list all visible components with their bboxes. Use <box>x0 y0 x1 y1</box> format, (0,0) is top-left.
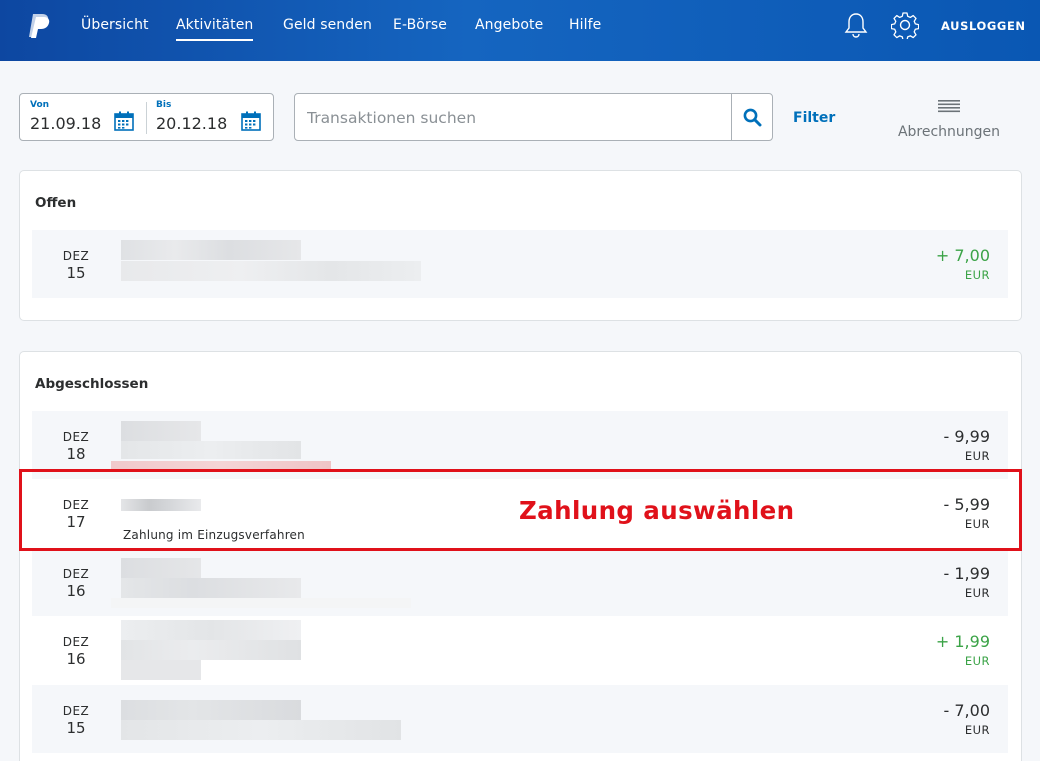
date-divider <box>146 102 147 134</box>
search-button[interactable] <box>731 94 772 140</box>
logout-link[interactable]: AUSLOGGEN <box>941 19 1026 33</box>
date-day: 16 <box>66 650 86 668</box>
date-day: 18 <box>66 445 86 463</box>
amount: - 7,00 <box>943 701 990 720</box>
date-month: DEZ <box>62 635 90 649</box>
statements-button[interactable]: Abrechnungen <box>896 99 1002 143</box>
redacted-details <box>121 578 301 598</box>
date-range-picker[interactable]: Von 21.09.18 Bis 20.12.18 <box>19 93 274 141</box>
redacted-details <box>121 660 201 680</box>
nav-item-angebote[interactable]: Angebote <box>475 17 543 33</box>
top-navigation-bar: Übersicht Aktivitäten Geld senden E-Börs… <box>0 0 1040 61</box>
annotation-label: Zahlung auswählen <box>519 496 795 525</box>
nav-item-uebersicht[interactable]: Übersicht <box>81 17 149 33</box>
redacted-name <box>121 700 301 720</box>
date-day: 16 <box>66 582 86 600</box>
transaction-row[interactable]: DEZ 16 - 1,99 EUR <box>32 548 1008 616</box>
open-transactions-card: Offen DEZ 15 + 7,00 EUR <box>19 170 1022 321</box>
date-day: 15 <box>66 719 86 737</box>
calendar-icon[interactable] <box>241 111 261 131</box>
redacted-details <box>111 598 411 608</box>
redacted-name <box>121 620 301 640</box>
section-title-open: Offen <box>35 195 77 211</box>
to-date-label: Bis <box>156 100 172 110</box>
date-month: DEZ <box>62 249 90 263</box>
nav-item-geld-senden[interactable]: Geld senden <box>283 17 372 33</box>
transaction-row[interactable]: DEZ 16 + 1,99 EUR <box>32 616 1008 684</box>
currency: EUR <box>964 654 990 668</box>
menu-lines-icon <box>938 100 960 113</box>
redacted-details <box>111 461 331 469</box>
bell-icon[interactable] <box>843 11 869 39</box>
redacted-details <box>121 720 401 740</box>
date-day: 15 <box>66 264 86 282</box>
search-icon <box>743 108 762 127</box>
amount: - 1,99 <box>943 564 990 583</box>
section-title-completed: Abgeschlossen <box>35 376 149 392</box>
transaction-row[interactable]: DEZ 15 + 7,00 EUR <box>32 230 1008 298</box>
filter-link[interactable]: Filter <box>793 110 835 126</box>
transaction-search <box>294 93 773 141</box>
from-date-value[interactable]: 21.09.18 <box>30 114 101 133</box>
nav-item-hilfe[interactable]: Hilfe <box>569 17 601 33</box>
paypal-logo[interactable] <box>26 12 52 40</box>
date-month: DEZ <box>62 704 90 718</box>
redacted-details <box>121 640 301 660</box>
redacted-name <box>121 558 201 578</box>
redacted-details <box>121 261 421 281</box>
currency: EUR <box>964 586 990 600</box>
gear-icon[interactable] <box>891 11 919 39</box>
date-month: DEZ <box>62 567 90 581</box>
to-date-value[interactable]: 20.12.18 <box>156 114 227 133</box>
from-date-label: Von <box>30 100 50 110</box>
statements-label: Abrechnungen <box>897 124 1001 140</box>
completed-transactions-card: Abgeschlossen DEZ 18 - 9,99 EUR DEZ 17 Z… <box>19 351 1022 761</box>
currency: EUR <box>964 723 990 737</box>
amount: + 1,99 <box>935 632 990 651</box>
transaction-row[interactable]: DEZ 15 - 7,00 EUR <box>32 685 1008 753</box>
date-month: DEZ <box>62 430 90 444</box>
redacted-name <box>121 240 301 260</box>
nav-item-e-boerse[interactable]: E-Börse <box>393 17 447 33</box>
calendar-icon[interactable] <box>114 111 134 131</box>
search-input[interactable] <box>295 94 731 140</box>
redacted-name <box>121 421 201 441</box>
redacted-details <box>121 441 301 459</box>
currency: EUR <box>964 449 990 463</box>
nav-item-aktivitaeten[interactable]: Aktivitäten <box>176 17 254 41</box>
amount: - 9,99 <box>943 427 990 446</box>
currency: EUR <box>964 268 990 282</box>
amount: + 7,00 <box>935 246 990 265</box>
